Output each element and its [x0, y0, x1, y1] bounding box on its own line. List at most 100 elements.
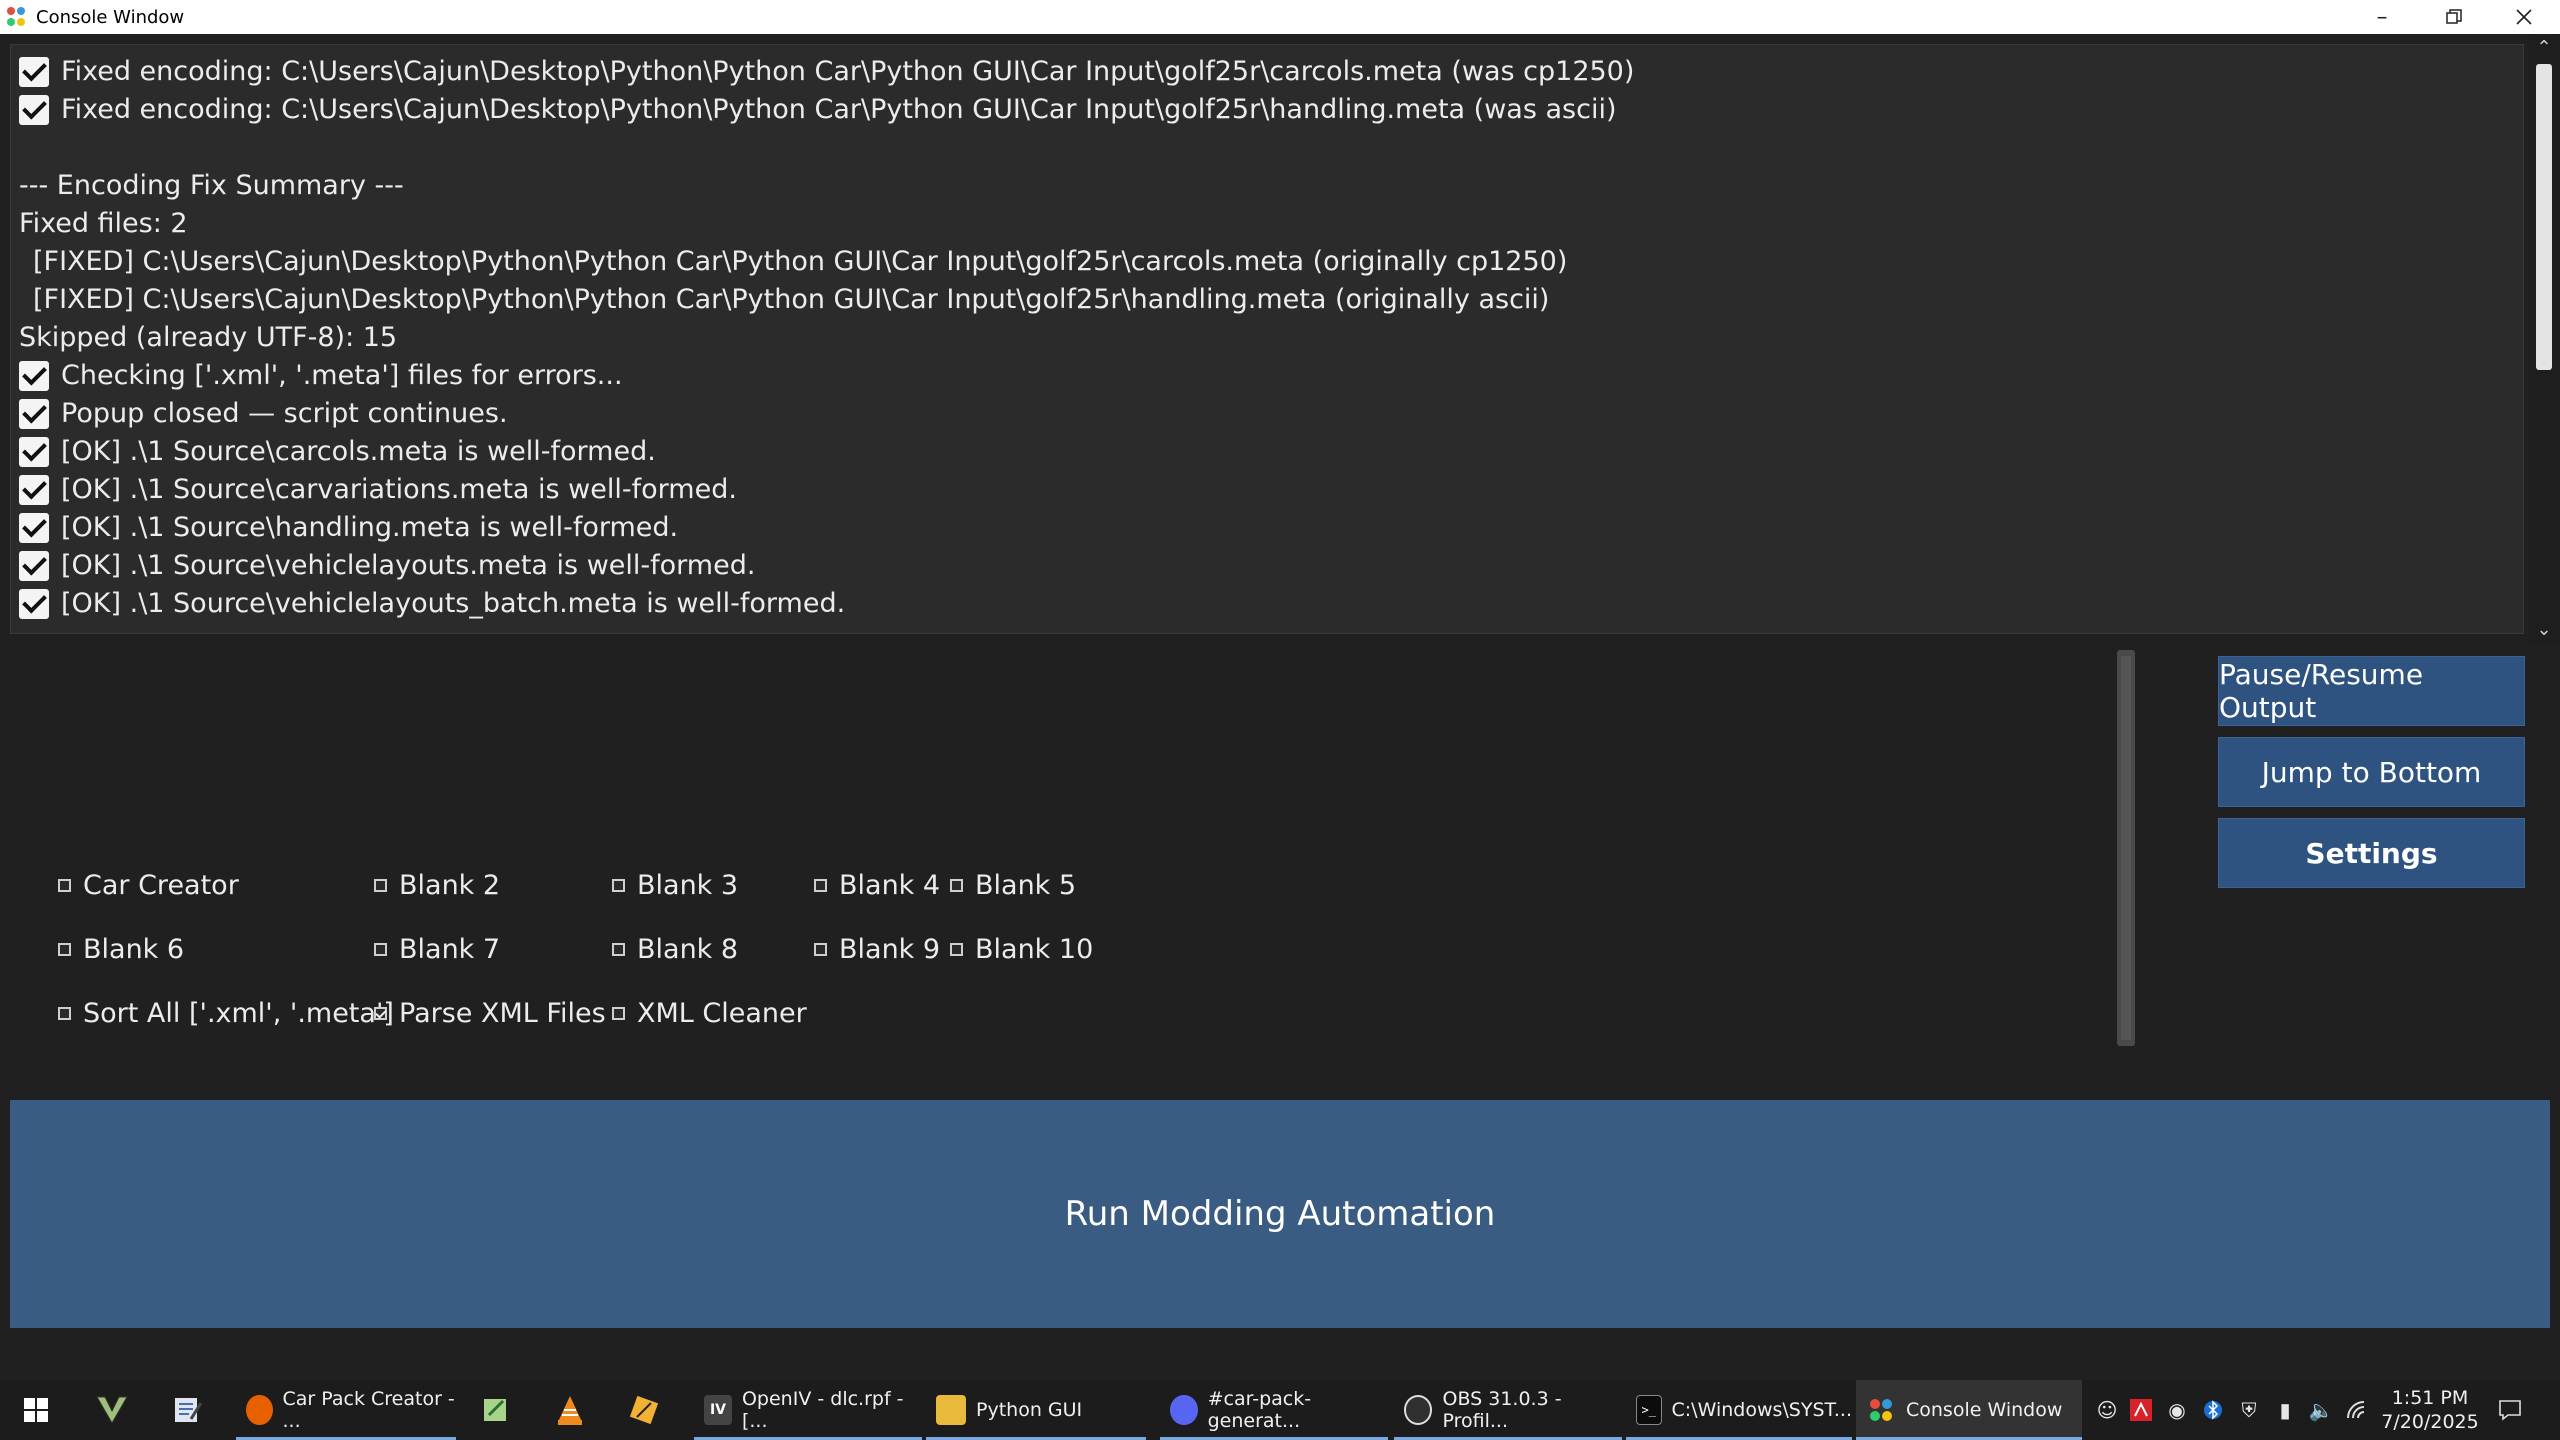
check-icon [19, 57, 49, 87]
sketch-tool-icon[interactable] [622, 1380, 666, 1440]
option-checkbox[interactable]: Blank 2 [374, 870, 500, 901]
taskbar-item-label: Console Window [1906, 1399, 2063, 1421]
option-checkbox[interactable]: Blank 8 [612, 934, 738, 965]
windows-start-icon[interactable] [14, 1380, 58, 1440]
console-window-icon [1866, 1395, 1896, 1425]
pause-resume-button[interactable]: Pause/Resume Output [2218, 656, 2525, 726]
console-line: [FIXED] C:\Users\Cajun\Desktop\Python\Py… [19, 243, 1634, 281]
option-checkbox[interactable]: Blank 10 [950, 934, 1093, 965]
taskbar-item[interactable]: Car Pack Creator - ... [236, 1380, 456, 1440]
jump-to-bottom-button[interactable]: Jump to Bottom [2218, 737, 2525, 807]
checkbox-box[interactable] [58, 1007, 71, 1020]
text-editor-icon[interactable] [166, 1380, 210, 1440]
option-label: Sort All ['.xml', '.meta'] [83, 998, 394, 1029]
settings-button[interactable]: Settings [2218, 818, 2525, 888]
console-line: [OK] .\1 Source\carvariations.meta is we… [19, 471, 1634, 509]
console-line-text: Fixed files: 2 [19, 208, 188, 239]
option-checkbox[interactable]: Blank 5 [950, 870, 1076, 901]
security-shield-icon[interactable]: ⛨ [2232, 1380, 2266, 1440]
console-line: Popup closed — script continues. [19, 395, 1634, 433]
option-label: Blank 7 [399, 934, 501, 965]
console-line: Checking ['.xml', '.meta'] files for err… [19, 357, 1634, 395]
taskbar-item-label: OpenIV - dlc.rpf - [... [741, 1388, 904, 1432]
option-checkbox[interactable]: Car Creator [58, 870, 239, 901]
checkbox-box[interactable] [374, 943, 387, 956]
close-icon[interactable] [2488, 0, 2560, 34]
taskbar-item[interactable]: >_ C:\Windows\SYST... [1626, 1380, 1852, 1440]
folder-icon [936, 1395, 966, 1425]
checkbox-box[interactable] [612, 1007, 625, 1020]
title-bar: Console Window – [0, 0, 2560, 34]
option-checkbox[interactable]: XML Cleaner [612, 998, 807, 1029]
checkbox-box[interactable] [612, 943, 625, 956]
checkbox-box[interactable] [58, 879, 71, 892]
option-checkbox[interactable]: Blank 6 [58, 934, 184, 965]
restore-icon[interactable] [2418, 0, 2490, 34]
console-line: [OK] .\1 Source\vehiclelayouts.meta is w… [19, 547, 1634, 585]
minimize-icon[interactable]: – [2346, 0, 2418, 34]
check-icon [19, 551, 49, 581]
checkbox-box[interactable] [374, 879, 387, 892]
check-icon [19, 513, 49, 543]
console-output[interactable]: Fixed encoding: C:\Users\Cajun\Desktop\P… [10, 44, 2524, 634]
checkbox-box[interactable] [814, 879, 827, 892]
console-line-text: [OK] .\1 Source\carcols.meta is well-for… [61, 436, 656, 467]
console-line-text: [OK] .\1 Source\carvariations.meta is we… [61, 474, 737, 505]
console-line-text: Skipped (already UTF-8): 15 [19, 322, 398, 353]
window-title: Console Window [36, 6, 185, 28]
scrollbar-thumb[interactable] [2536, 64, 2552, 370]
taskbar-item-label: C:\Windows\SYST... [1671, 1399, 1852, 1421]
option-checkbox[interactable]: Blank 7 [374, 934, 500, 965]
console-line-text: [OK] .\1 Source\vehiclelayouts_batch.met… [61, 588, 846, 619]
option-label: Blank 6 [83, 934, 185, 965]
console-line-text: [FIXED] C:\Users\Cajun\Desktop\Python\Py… [33, 246, 1568, 277]
option-label: Blank 10 [975, 934, 1094, 965]
taskbar-clock[interactable]: 1:51 PM 7/20/2025 [2370, 1386, 2490, 1434]
taskbar-item-label: Car Pack Creator - ... [282, 1388, 455, 1432]
firefox-icon [246, 1395, 273, 1425]
volume-icon[interactable]: 🔈 [2304, 1380, 2338, 1440]
option-label: Car Creator [83, 870, 239, 901]
gamepad-icon[interactable]: ☺ [2090, 1380, 2124, 1440]
option-label: Blank 4 [839, 870, 941, 901]
usb-drive-icon[interactable]: ▮ [2268, 1380, 2302, 1440]
checkbox-box[interactable] [950, 943, 963, 956]
console-line-text: --- Encoding Fix Summary --- [19, 170, 404, 201]
option-checkbox[interactable]: Blank 9 [814, 934, 940, 965]
taskbar-item[interactable]: Python GUI [926, 1380, 1146, 1440]
check-icon [19, 95, 49, 125]
notification-icon[interactable] [2490, 1380, 2530, 1440]
steam-icon[interactable]: ◉ [2160, 1380, 2194, 1440]
bluetooth-icon[interactable] [2196, 1380, 2230, 1440]
scroll-up-icon[interactable]: ⌃ [2534, 38, 2554, 58]
app-icon [7, 7, 27, 27]
console-line-text: Popup closed — script continues. [61, 398, 508, 429]
console-line-text: Checking ['.xml', '.meta'] files for err… [61, 360, 623, 391]
amd-icon[interactable] [2124, 1380, 2158, 1440]
console-scrollbar[interactable]: ⌃ ⌄ [2528, 34, 2560, 646]
console-line: --- Encoding Fix Summary --- [19, 167, 1634, 205]
vortex-icon[interactable] [90, 1380, 134, 1440]
wifi-icon[interactable] [2340, 1380, 2374, 1440]
taskbar-item[interactable]: IV OpenIV - dlc.rpf - [... [694, 1380, 922, 1440]
option-checkbox[interactable]: Blank 3 [612, 870, 738, 901]
notepad-plus-icon[interactable] [474, 1380, 518, 1440]
option-checkbox[interactable]: Parse XML Files [374, 998, 606, 1029]
taskbar-item[interactable]: Console Window [1856, 1380, 2082, 1440]
options-scrollbar[interactable] [2117, 650, 2135, 1046]
option-checkbox[interactable]: Blank 4 [814, 870, 940, 901]
run-modding-automation-button[interactable]: Run Modding Automation [10, 1100, 2550, 1328]
checkbox-box[interactable] [58, 943, 71, 956]
taskbar-item[interactable]: OBS 31.0.3 - Profil... [1394, 1380, 1622, 1440]
checkbox-box[interactable] [950, 879, 963, 892]
checkbox-box[interactable] [612, 879, 625, 892]
checkbox-box[interactable] [814, 943, 827, 956]
option-checkbox[interactable]: Sort All ['.xml', '.meta'] [58, 998, 394, 1029]
taskbar-item[interactable]: #car-pack-generat... [1160, 1380, 1388, 1440]
taskbar-item-label: #car-pack-generat... [1207, 1388, 1312, 1432]
scroll-down-icon[interactable]: ⌄ [2534, 620, 2554, 640]
vlc-icon[interactable] [548, 1380, 592, 1440]
checkbox-box[interactable] [374, 1007, 387, 1020]
check-icon [19, 399, 49, 429]
